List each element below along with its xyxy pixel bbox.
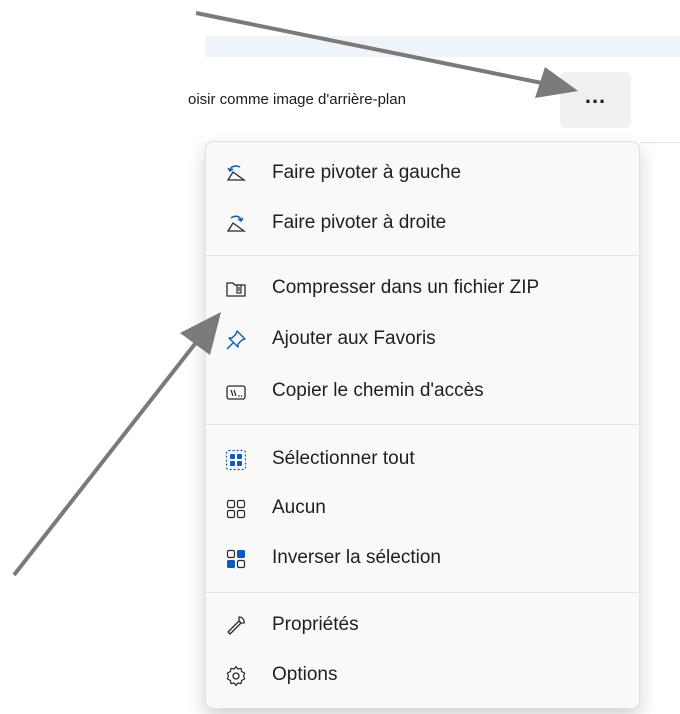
- menu-separator: [207, 255, 638, 256]
- menu-item-rotate-right[interactable]: Faire pivoter à droite: [210, 200, 635, 246]
- context-menu: Faire pivoter à gauche Faire pivoter à d…: [205, 141, 640, 709]
- menu-item-label: Options: [272, 664, 338, 685]
- menu-item-label: Faire pivoter à gauche: [272, 162, 462, 183]
- menu-item-label: Ajouter aux Favoris: [272, 328, 436, 349]
- menu-item-options[interactable]: Options: [210, 652, 635, 698]
- gear-icon: [226, 665, 246, 687]
- wrench-icon: [227, 616, 245, 635]
- menu-item-invert-selection[interactable]: Inverser la sélection: [210, 535, 635, 581]
- menu-item-compress-zip[interactable]: Compresser dans un fichier ZIP: [210, 265, 635, 311]
- pin-icon: [226, 330, 246, 350]
- menu-separator: [207, 592, 638, 593]
- copy-path-icon: [226, 385, 246, 400]
- select-none-icon: [226, 499, 246, 519]
- menu-item-label: Aucun: [272, 497, 326, 518]
- menu-item-add-favorites[interactable]: Ajouter aux Favoris: [210, 316, 635, 362]
- menu-separator: [207, 424, 638, 425]
- more-options-icon: ...: [584, 83, 607, 108]
- menu-item-copy-path[interactable]: Copier le chemin d'accès: [210, 368, 635, 414]
- menu-item-select-all[interactable]: Sélectionner tout: [210, 436, 635, 482]
- select-all-icon: [225, 449, 247, 471]
- set-as-wallpaper-button[interactable]: oisir comme image d'arrière-plan: [188, 84, 548, 116]
- menu-item-select-none[interactable]: Aucun: [210, 485, 635, 531]
- menu-item-label: Compresser dans un fichier ZIP: [272, 277, 540, 298]
- menu-item-properties[interactable]: Propriétés: [210, 602, 635, 648]
- command-bar-divider: [640, 142, 680, 143]
- zip-folder-icon: [226, 282, 246, 297]
- address-band: [205, 36, 680, 57]
- menu-item-label: Sélectionner tout: [272, 448, 415, 469]
- menu-item-rotate-left[interactable]: Faire pivoter à gauche: [210, 150, 635, 196]
- rotate-left-icon: [226, 165, 246, 181]
- menu-item-label: Faire pivoter à droite: [272, 212, 447, 233]
- arrow-to-favorites-item: [12, 312, 221, 577]
- invert-selection-icon: [226, 549, 246, 569]
- menu-item-label: Propriétés: [272, 614, 359, 635]
- see-more-button[interactable]: ...: [560, 72, 631, 128]
- menu-item-label: Copier le chemin d'accès: [272, 380, 484, 401]
- menu-item-label: Inverser la sélection: [272, 547, 441, 568]
- rotate-right-icon: [226, 215, 246, 232]
